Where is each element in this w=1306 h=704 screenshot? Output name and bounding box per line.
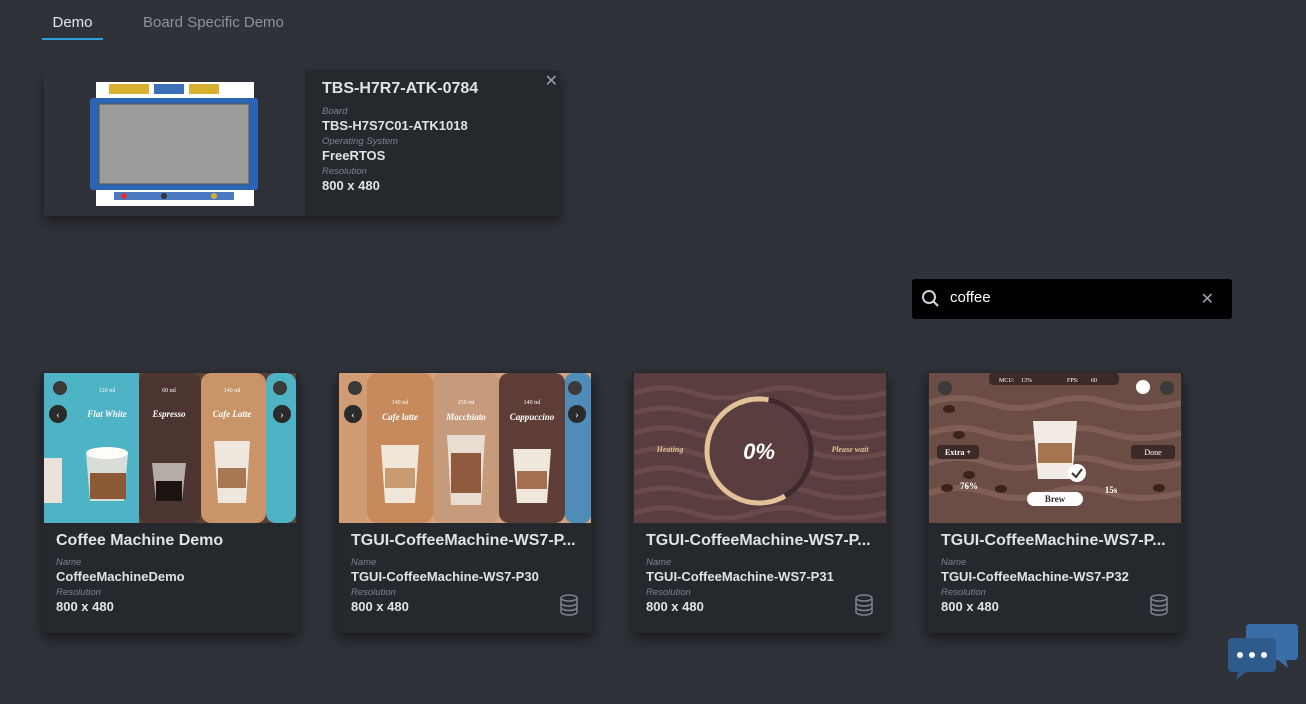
board-value: TBS-H7S7C01-ATK1018 [322, 118, 468, 133]
database-icon [560, 594, 578, 616]
svg-text:60 ml: 60 ml [162, 388, 176, 394]
svg-text:140 ml: 140 ml [224, 388, 241, 394]
name-value: CoffeeMachineDemo [56, 569, 185, 584]
svg-text:FPS:: FPS: [1067, 378, 1079, 384]
card-title: TGUI-CoffeeMachine-WS7-P... [646, 532, 871, 549]
tab-demo[interactable]: Demo [42, 0, 103, 40]
svg-text:›: › [280, 409, 284, 421]
svg-text:‹: ‹ [351, 409, 355, 421]
thumbnail: MCU: 13% FPS: 60 Extra + Done Brew 76% 1… [929, 373, 1181, 523]
svg-text:140 ml: 140 ml [524, 400, 541, 406]
os-label: Operating System [322, 136, 399, 147]
card-title: Coffee Machine Demo [56, 532, 224, 549]
svg-text:Macchiato: Macchiato [445, 412, 486, 422]
name-value: TGUI-CoffeeMachine-WS7-P30 [351, 569, 539, 584]
svg-text:76%: 76% [960, 481, 978, 491]
card-title: TGUI-CoffeeMachine-WS7-P... [351, 532, 576, 549]
name-value: TGUI-CoffeeMachine-WS7-P32 [941, 569, 1129, 584]
project-card[interactable]: 0% Heating Please wait TGUI-CoffeeMachin… [632, 372, 888, 633]
svg-text:15s: 15s [1105, 485, 1118, 495]
svg-text:Please wait: Please wait [831, 445, 869, 454]
resolution-value: 800 x 480 [56, 599, 114, 614]
svg-text:140 ml: 140 ml [392, 400, 409, 406]
search-box: ✕ [912, 279, 1232, 319]
board-image [44, 70, 305, 216]
tab-bar: Demo Board Specific Demo [42, 0, 324, 40]
svg-text:Cappuccino: Cappuccino [510, 412, 555, 422]
resolution-label: Resolution [351, 587, 396, 598]
search-icon [922, 290, 939, 307]
name-label: Name [56, 557, 82, 568]
close-icon[interactable]: ✕ [545, 71, 558, 91]
thumbnail: 0% Heating Please wait [634, 373, 886, 523]
svg-text:0%: 0% [743, 439, 775, 464]
project-card[interactable]: MCU: 13% FPS: 60 Extra + Done Brew 76% 1… [927, 372, 1183, 633]
svg-text:Cafe latte: Cafe latte [382, 412, 418, 422]
svg-text:Heating: Heating [656, 445, 684, 454]
resolution-value: 800 x 480 [322, 178, 380, 193]
database-icon [855, 594, 873, 616]
resolution-value: 800 x 480 [941, 599, 999, 614]
tab-board-specific-demo[interactable]: Board Specific Demo [143, 0, 284, 40]
svg-text:Done: Done [1144, 448, 1162, 457]
svg-text:Espresso: Espresso [151, 409, 186, 419]
chat-icon[interactable] [1226, 620, 1300, 690]
svg-text:60: 60 [1091, 378, 1097, 384]
database-icon [1150, 594, 1168, 616]
name-label: Name [941, 557, 967, 568]
board-title: TBS-H7R7-ATK-0784 [322, 80, 479, 97]
clear-search-icon[interactable]: ✕ [1201, 289, 1214, 309]
svg-text:MCU:: MCU: [999, 378, 1015, 384]
svg-text:Flat White: Flat White [86, 409, 127, 419]
svg-text:120 ml: 120 ml [99, 388, 116, 394]
svg-text:Extra +: Extra + [945, 448, 972, 457]
thumbnail: ‹ › 120 ml 60 ml 140 ml Flat White Espre… [44, 373, 296, 523]
name-value: TGUI-CoffeeMachine-WS7-P31 [646, 569, 834, 584]
resolution-label: Resolution [322, 166, 367, 177]
resolution-label: Resolution [56, 587, 101, 598]
project-card[interactable]: ‹ › 120 ml 60 ml 140 ml Flat White Espre… [42, 372, 298, 633]
search-input[interactable] [950, 289, 1190, 306]
svg-text:13%: 13% [1021, 378, 1032, 384]
resolution-value: 800 x 480 [351, 599, 409, 614]
resolution-value: 800 x 480 [646, 599, 704, 614]
board-label: Board [322, 106, 348, 117]
resolution-label: Resolution [646, 587, 691, 598]
resolution-label: Resolution [941, 587, 986, 598]
card-title: TGUI-CoffeeMachine-WS7-P... [941, 532, 1166, 549]
svg-text:Brew: Brew [1045, 494, 1066, 504]
thumbnail: ‹ › 140 ml 250 ml 140 ml Cafe latte Macc… [339, 373, 591, 523]
name-label: Name [646, 557, 672, 568]
svg-text:Cafe Latte: Cafe Latte [213, 409, 252, 419]
os-value: FreeRTOS [322, 148, 386, 163]
svg-text:›: › [575, 409, 579, 421]
project-card[interactable]: ‹ › 140 ml 250 ml 140 ml Cafe latte Macc… [337, 372, 593, 633]
board-card[interactable]: TBS-H7R7-ATK-0784 Board TBS-H7S7C01-ATK1… [44, 70, 560, 216]
svg-text:250 ml: 250 ml [458, 400, 475, 406]
name-label: Name [351, 557, 377, 568]
svg-text:‹: ‹ [56, 409, 60, 421]
